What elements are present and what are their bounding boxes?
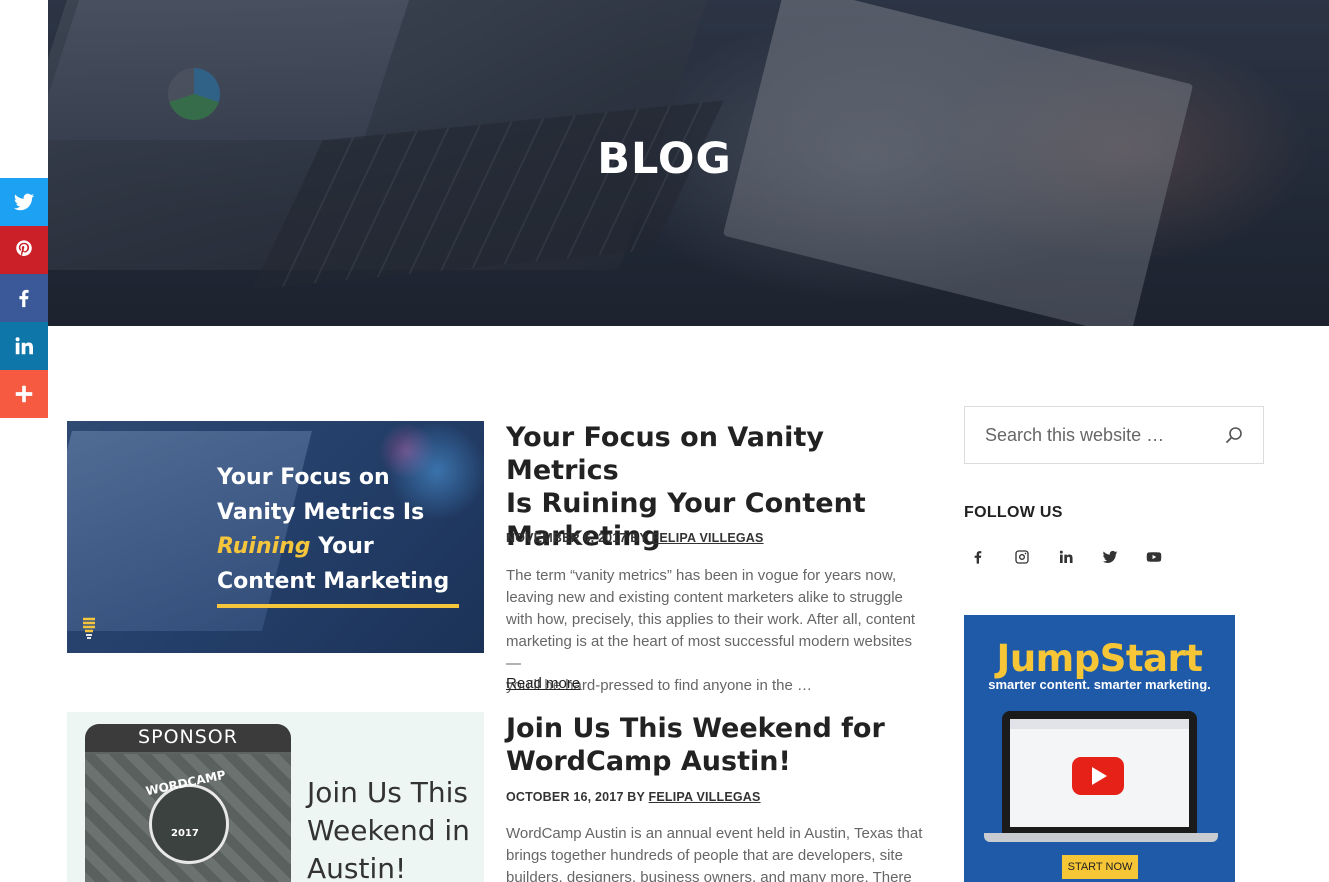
post-date: OCTOBER 16, 2017 bbox=[506, 790, 624, 804]
share-facebook-button[interactable] bbox=[0, 274, 48, 322]
follow-youtube-link[interactable] bbox=[1146, 545, 1190, 569]
follow-social-icons bbox=[970, 545, 1190, 569]
post-thumbnail-wordcamp[interactable]: SPONSOR WORDCAMP 2017 Join Us This Weeke… bbox=[67, 712, 484, 882]
thumbnail-caption: Your Focus on Vanity Metrics Is Ruining … bbox=[217, 465, 450, 594]
ad-subtitle: smarter content. smarter marketing. bbox=[988, 677, 1211, 692]
linkedin-icon bbox=[1059, 550, 1073, 563]
post-title[interactable]: Join Us This Weekend for WordCamp Austin… bbox=[506, 712, 936, 778]
search-icon[interactable] bbox=[1225, 426, 1243, 444]
instagram-icon bbox=[1015, 550, 1029, 564]
plus-icon bbox=[15, 385, 33, 403]
ad-title: JumpStart bbox=[996, 637, 1203, 680]
pinterest-icon bbox=[16, 240, 32, 256]
post-by: BY bbox=[627, 790, 645, 804]
ad-laptop-image bbox=[1002, 711, 1197, 835]
facebook-icon bbox=[19, 289, 29, 308]
start-now-button[interactable]: START NOW bbox=[1062, 855, 1138, 879]
post-meta: OCTOBER 16, 2017 BY FELIPA VILLEGAS bbox=[506, 790, 761, 804]
follow-us-heading: FOLLOW US bbox=[964, 504, 1063, 521]
social-share-bar bbox=[0, 178, 48, 418]
post-author-link[interactable]: FELIPA VILLEGAS bbox=[649, 790, 761, 804]
ad-laptop-screen bbox=[1010, 719, 1189, 827]
share-more-button[interactable] bbox=[0, 370, 48, 418]
post-by: BY bbox=[630, 531, 648, 545]
linkedin-icon bbox=[15, 337, 33, 355]
post-author-link[interactable]: FELIPA VILLEGAS bbox=[652, 531, 764, 545]
youtube-icon bbox=[1146, 552, 1162, 562]
share-pinterest-button[interactable] bbox=[0, 226, 48, 274]
badge-year-label: 2017 bbox=[171, 828, 199, 839]
twitter-icon bbox=[1102, 550, 1118, 563]
thumbnail-caption: Join Us This Weekend in Austin! bbox=[307, 776, 470, 882]
sponsor-badge: SPONSOR WORDCAMP 2017 bbox=[85, 724, 291, 882]
post-meta: NOVEMBER 6, 2017 BY FELIPA VILLEGAS bbox=[506, 531, 764, 545]
ad-screen-toolbar bbox=[1010, 719, 1189, 729]
post-date: NOVEMBER 6, 2017 bbox=[506, 531, 627, 545]
search-box bbox=[964, 406, 1264, 464]
facebook-icon bbox=[974, 551, 982, 564]
post-thumbnail-vanity-metrics[interactable]: Your Focus on Vanity Metrics Is Ruining … bbox=[67, 421, 484, 653]
ad-laptop-base bbox=[984, 833, 1218, 842]
follow-twitter-link[interactable] bbox=[1102, 545, 1146, 569]
share-linkedin-button[interactable] bbox=[0, 322, 48, 370]
thumbnail-underline bbox=[217, 604, 459, 608]
badge-sponsor-label: SPONSOR bbox=[138, 726, 238, 748]
read-more-link[interactable]: Read more bbox=[506, 675, 580, 692]
share-twitter-button[interactable] bbox=[0, 178, 48, 226]
search-input[interactable] bbox=[965, 424, 1215, 446]
lightbulb-icon bbox=[83, 617, 95, 639]
follow-instagram-link[interactable] bbox=[1014, 545, 1058, 569]
video-play-icon bbox=[1072, 757, 1124, 795]
page-title: BLOG bbox=[597, 134, 732, 184]
wordpress-logo-ring bbox=[149, 784, 229, 864]
post-excerpt: WordCamp Austin is an annual event held … bbox=[506, 825, 923, 882]
follow-facebook-link[interactable] bbox=[970, 545, 1014, 569]
twitter-icon bbox=[13, 193, 35, 211]
jumpstart-ad-banner[interactable]: JumpStart smarter content. smarter marke… bbox=[964, 615, 1235, 882]
follow-linkedin-link[interactable] bbox=[1058, 545, 1102, 569]
